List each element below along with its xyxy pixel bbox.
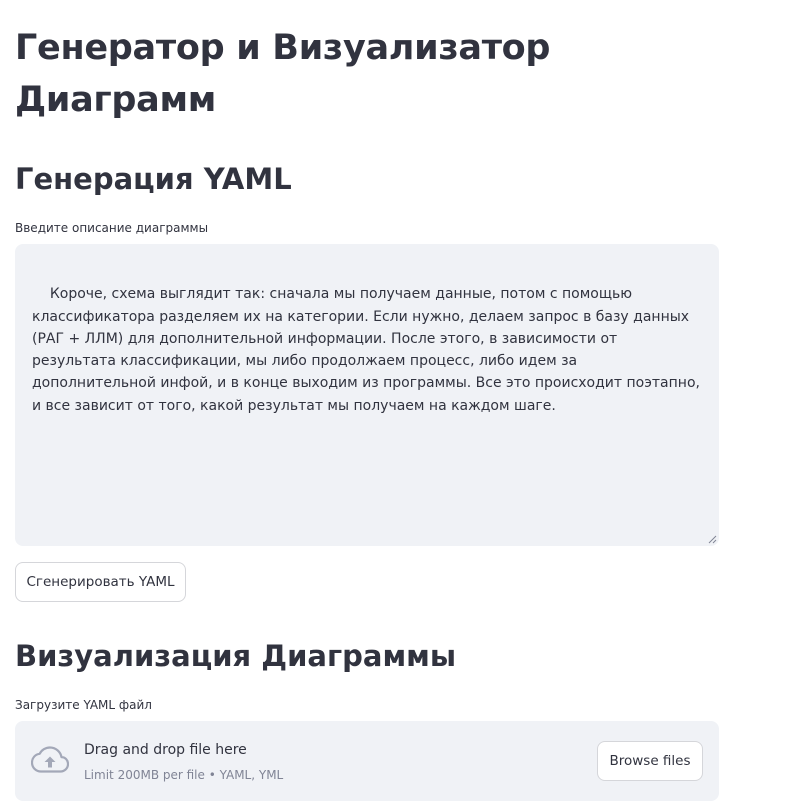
yaml-generation-heading: Генерация YAML <box>15 162 292 196</box>
file-dropzone[interactable]: Drag and drop file here Limit 200MB per … <box>15 721 719 801</box>
browse-files-button[interactable]: Browse files <box>597 741 703 781</box>
dropzone-subtitle: Limit 200MB per file • YAML, YML <box>84 768 284 782</box>
dropzone-title: Drag and drop file here <box>84 742 247 758</box>
description-textarea[interactable]: Короче, схема выглядит так: сначала мы п… <box>15 244 719 546</box>
visualization-heading: Визуализация Диаграммы <box>15 639 457 673</box>
upload-yaml-label: Загрузите YAML файл <box>15 698 152 712</box>
page-title: Генератор и Визуализатор Диаграмм <box>15 28 551 120</box>
app-page: Генератор и Визуализатор Диаграмм Генера… <box>0 0 789 811</box>
cloud-upload-icon <box>31 746 69 773</box>
generate-yaml-button[interactable]: Сгенерировать YAML <box>15 562 186 602</box>
description-input-label: Введите описание диаграммы <box>15 221 209 235</box>
description-text: Короче, схема выглядит так: сначала мы п… <box>32 286 705 414</box>
resize-grip-icon[interactable] <box>708 535 717 544</box>
